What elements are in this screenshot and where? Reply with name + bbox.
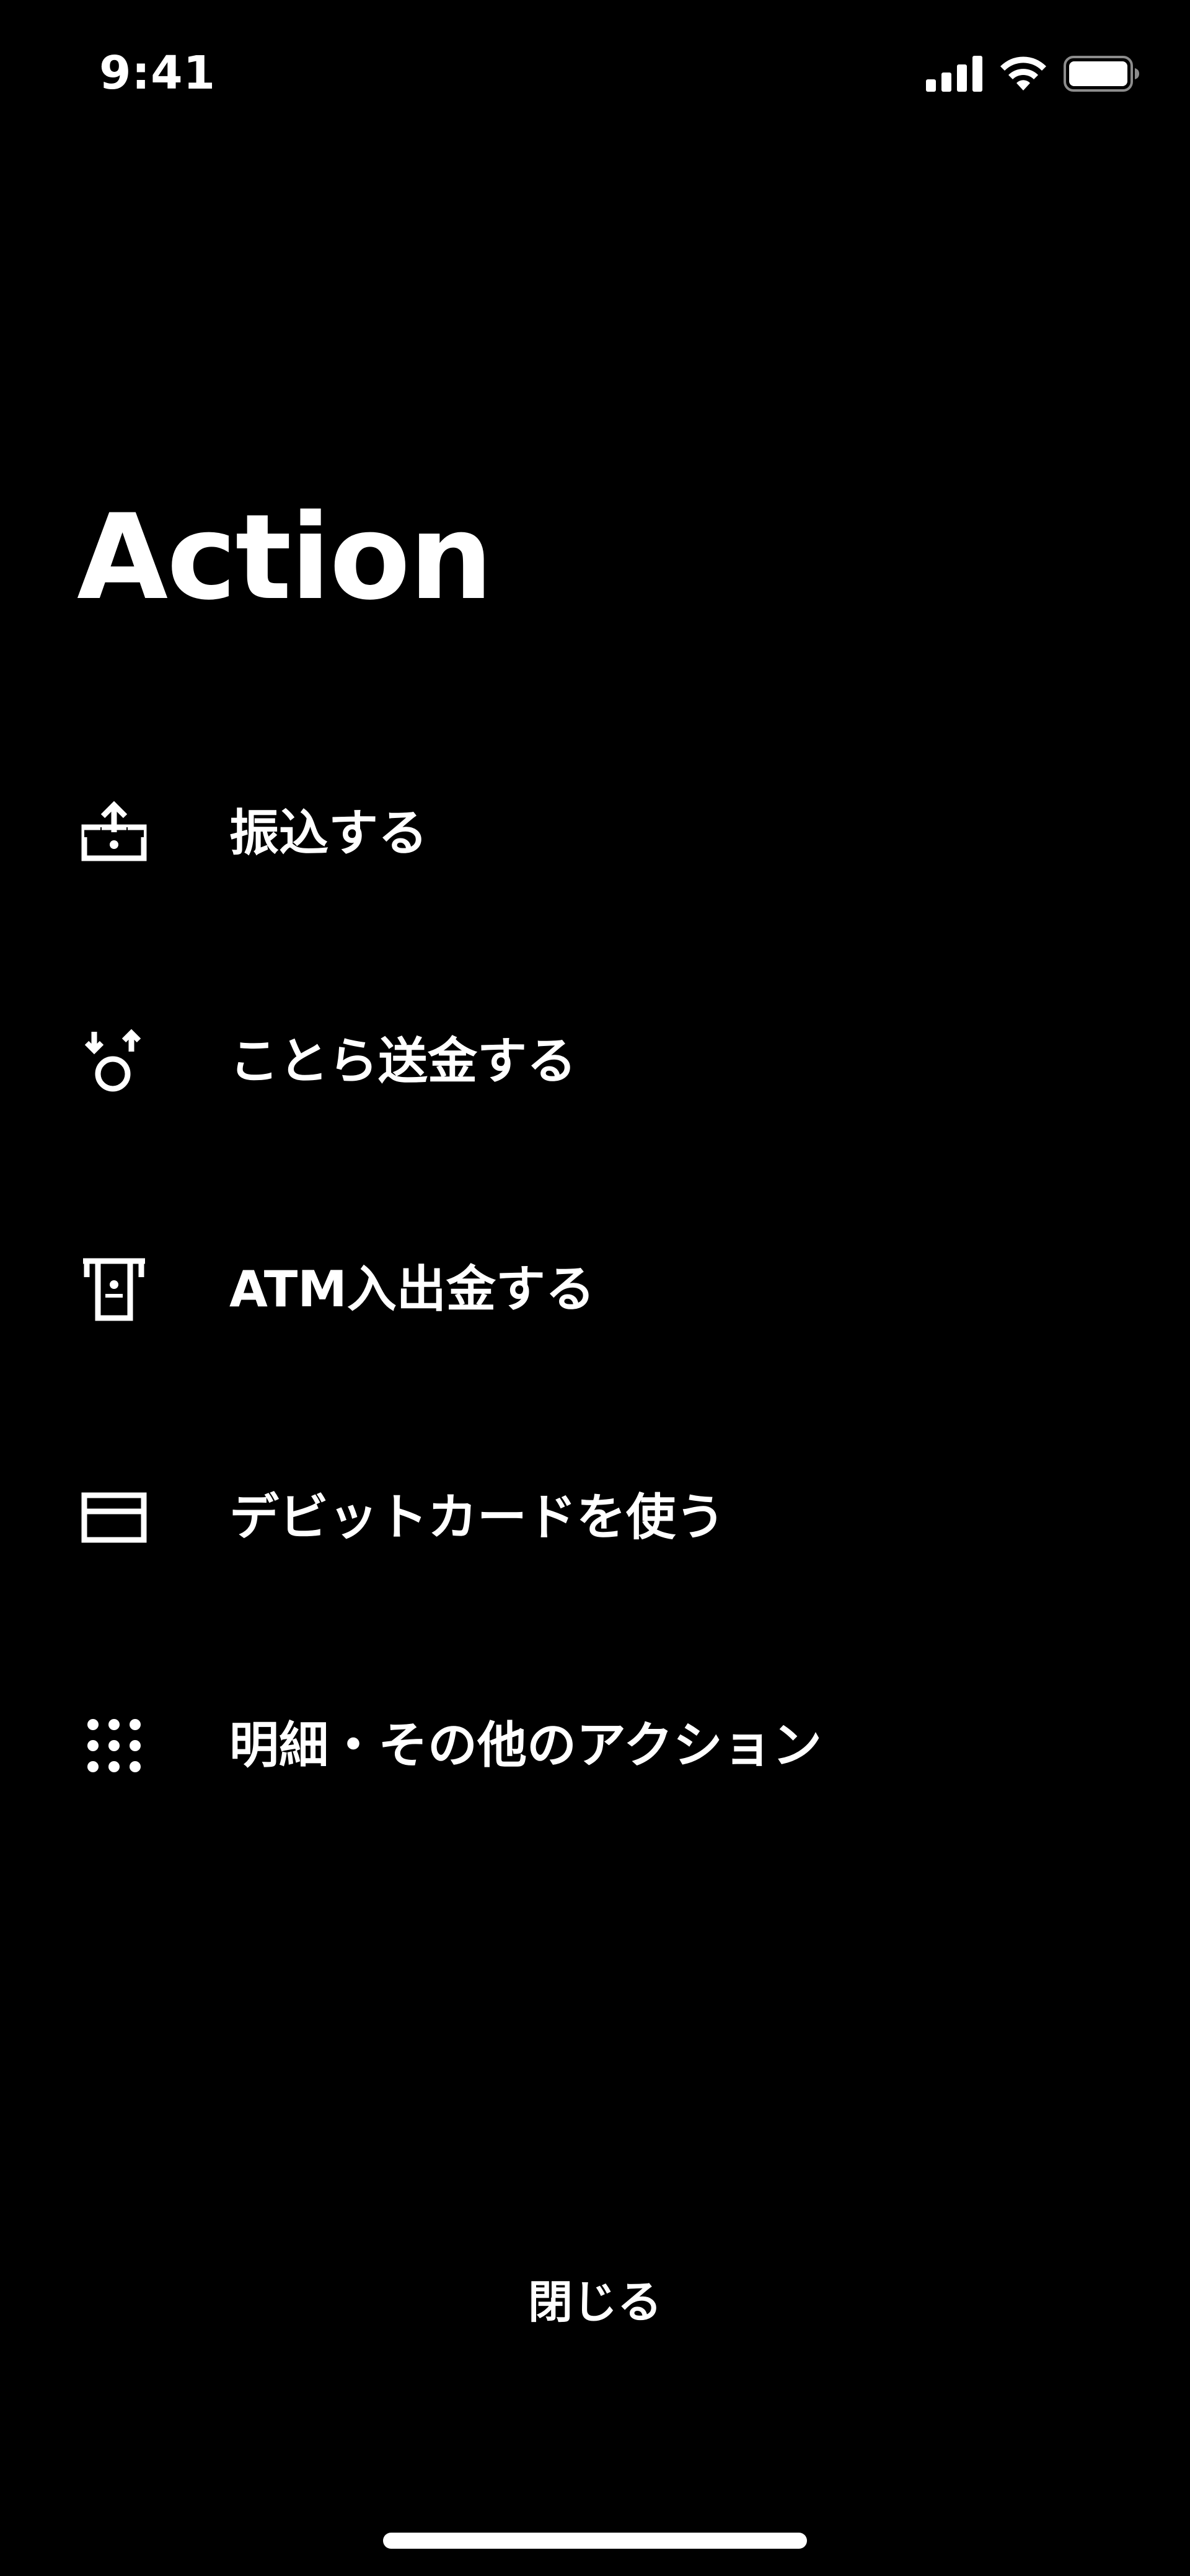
page-title: Action [77, 489, 493, 626]
menu-item-atm[interactable]: ATM入出金する [0, 1252, 1190, 1480]
menu-item-statements-more[interactable]: 明細・その他のアクション [0, 1708, 1190, 1936]
atm-icon [77, 1252, 151, 1327]
menu-item-label: 明細・その他のアクション [229, 1717, 822, 1774]
wifi-icon [1000, 56, 1046, 90]
kotora-transfer-icon [77, 1024, 151, 1099]
menu-item-label: デビットカードを使う [229, 1488, 725, 1546]
status-icons [926, 52, 1140, 95]
debit-card-icon [77, 1480, 151, 1555]
menu-item-kotora-transfer[interactable]: ことら送金する [0, 1024, 1190, 1252]
menu-item-label: ATM入出金する [229, 1260, 595, 1318]
status-bar: 9:41 [0, 0, 1190, 149]
status-time: 9:41 [99, 46, 216, 100]
battery-icon [1064, 56, 1139, 92]
home-indicator[interactable] [383, 2533, 807, 2549]
bank-transfer-icon [77, 796, 151, 871]
menu-item-bank-transfer[interactable]: 振込する [0, 796, 1190, 1024]
action-menu: 振込する ことら送金する ATM入出金する デビットカードを使う 明細・その他の… [0, 796, 1190, 1936]
menu-item-label: 振込する [229, 804, 428, 862]
menu-item-debit-card[interactable]: デビットカードを使う [0, 1480, 1190, 1708]
menu-item-label: ことら送金する [229, 1032, 576, 1090]
cellular-signal-icon [926, 56, 982, 92]
more-grid-icon [77, 1708, 151, 1783]
close-button[interactable]: 閉じる [409, 2262, 781, 2342]
